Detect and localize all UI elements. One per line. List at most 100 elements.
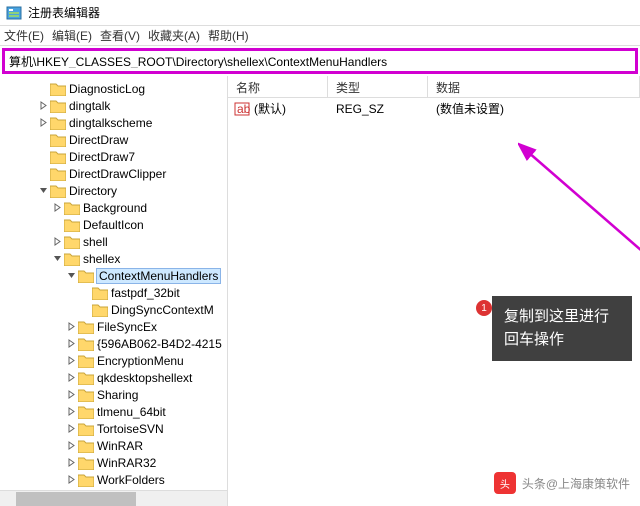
watermark: 头 头条@上海康策软件 [494, 472, 630, 494]
scrollbar-horizontal[interactable] [0, 490, 227, 506]
menu-fav[interactable]: 收藏夹(A) [148, 27, 200, 44]
menu-edit[interactable]: 编辑(E) [52, 27, 92, 44]
tree-label: WinRAR32 [97, 456, 156, 470]
tree-node[interactable]: DiagnosticLog [0, 80, 227, 97]
folder-icon [50, 116, 66, 130]
col-data[interactable]: 数据 [428, 76, 640, 97]
tree-panel: DiagnosticLogdingtalk dingtalkscheme Direc… [0, 76, 228, 506]
address-input[interactable] [9, 54, 631, 68]
col-name[interactable]: 名称 [228, 76, 328, 97]
regedit-icon [6, 5, 22, 21]
annotation-text: 复制到这里进行回车操作 [492, 296, 632, 361]
folder-icon [92, 286, 108, 300]
window-title: 注册表编辑器 [28, 4, 100, 21]
folder-icon [50, 167, 66, 181]
tree-node[interactable]: dingtalkscheme [0, 114, 227, 131]
address-bar [2, 48, 638, 74]
expand-toggle[interactable] [64, 339, 78, 348]
tree-label: DirectDraw [69, 133, 128, 147]
expand-toggle[interactable] [36, 186, 50, 195]
expand-toggle[interactable] [64, 322, 78, 331]
tree-node[interactable]: EncryptionMenu [0, 352, 227, 369]
tree-node[interactable]: fastpdf_32bit [0, 284, 227, 301]
tree-node[interactable]: shell [0, 233, 227, 250]
expand-toggle[interactable] [64, 441, 78, 450]
folder-icon [78, 473, 94, 487]
tree-label: EncryptionMenu [97, 354, 184, 368]
folder-icon [78, 405, 94, 419]
tree-node[interactable]: dingtalk [0, 97, 227, 114]
folder-icon [78, 320, 94, 334]
tree-label: FileSyncEx [97, 320, 157, 334]
expand-toggle[interactable] [64, 390, 78, 399]
tree-node[interactable]: {596AB062-B4D2-4215 [0, 335, 227, 352]
folder-icon [64, 201, 80, 215]
tree-label: TortoiseSVN [97, 422, 164, 436]
tree-node[interactable]: tlmenu_64bit [0, 403, 227, 420]
tree-node[interactable]: WorkFolders [0, 471, 227, 488]
expand-toggle[interactable] [64, 271, 78, 280]
folder-icon [64, 252, 80, 266]
tree-label: Sharing [97, 388, 138, 402]
tree-node[interactable]: DirectDraw7 [0, 148, 227, 165]
tree-label: DefaultIcon [83, 218, 144, 232]
tree-label: dingtalkscheme [69, 116, 152, 130]
tree-label: Directory [69, 184, 117, 198]
expand-toggle[interactable] [64, 373, 78, 382]
svg-text:ab: ab [237, 102, 250, 116]
menu-view[interactable]: 查看(V) [100, 27, 140, 44]
title-bar: 注册表编辑器 [0, 0, 640, 26]
tree-node[interactable]: FileSyncEx [0, 318, 227, 335]
tree-node[interactable]: DirectDraw [0, 131, 227, 148]
folder-icon [78, 422, 94, 436]
menu-help[interactable]: 帮助(H) [208, 27, 249, 44]
expand-toggle[interactable] [50, 254, 64, 263]
tree-label: DirectDraw7 [69, 150, 135, 164]
tree-node[interactable]: DirectDrawClipper [0, 165, 227, 182]
expand-toggle[interactable] [36, 118, 50, 127]
folder-icon [64, 218, 80, 232]
folder-icon [78, 456, 94, 470]
expand-toggle[interactable] [64, 475, 78, 484]
expand-toggle[interactable] [50, 237, 64, 246]
expand-toggle[interactable] [50, 203, 64, 212]
annotation-badge: 1 [476, 300, 492, 316]
expand-toggle[interactable] [64, 424, 78, 433]
folder-icon [50, 150, 66, 164]
tree-node[interactable]: DingSyncContextM [0, 301, 227, 318]
tree-label: DiagnosticLog [69, 82, 145, 96]
folder-icon [50, 184, 66, 198]
folder-icon [50, 133, 66, 147]
tree-node[interactable]: Directory [0, 182, 227, 199]
tree-node[interactable]: TortoiseSVN [0, 420, 227, 437]
tree-label: Background [83, 201, 147, 215]
tree-node[interactable]: WinRAR [0, 437, 227, 454]
tree-label: shellex [83, 252, 120, 266]
tree-node[interactable]: ContextMenuHandlers [0, 267, 227, 284]
tree-label: ContextMenuHandlers [97, 269, 220, 283]
tree-node[interactable]: WinRAR32 [0, 454, 227, 471]
expand-toggle[interactable] [64, 407, 78, 416]
expand-toggle[interactable] [36, 101, 50, 110]
tree-label: qkdesktopshellext [97, 371, 192, 385]
menu-file[interactable]: 文件(E) [4, 27, 44, 44]
folder-icon [78, 269, 94, 283]
tree-label: {596AB062-B4D2-4215 [97, 337, 222, 351]
folder-icon [50, 99, 66, 113]
tree-node[interactable]: DefaultIcon [0, 216, 227, 233]
tree-node[interactable]: Sharing [0, 386, 227, 403]
tree-label: DingSyncContextM [111, 303, 214, 317]
list-item[interactable]: ab (默认) REG_SZ (数值未设置) [228, 98, 640, 119]
tree-node[interactable]: qkdesktopshellext [0, 369, 227, 386]
tree-node[interactable]: Background [0, 199, 227, 216]
expand-toggle[interactable] [64, 458, 78, 467]
tree-label: WinRAR [97, 439, 143, 453]
tree-label: DirectDrawClipper [69, 167, 166, 181]
tree-label: WorkFolders [97, 473, 165, 487]
folder-icon [78, 337, 94, 351]
col-type[interactable]: 类型 [328, 76, 428, 97]
menu-bar: 文件(E) 编辑(E) 查看(V) 收藏夹(A) 帮助(H) [0, 26, 640, 46]
tree-node[interactable]: shellex [0, 250, 227, 267]
expand-toggle[interactable] [64, 356, 78, 365]
watermark-logo-icon: 头 [494, 472, 516, 494]
